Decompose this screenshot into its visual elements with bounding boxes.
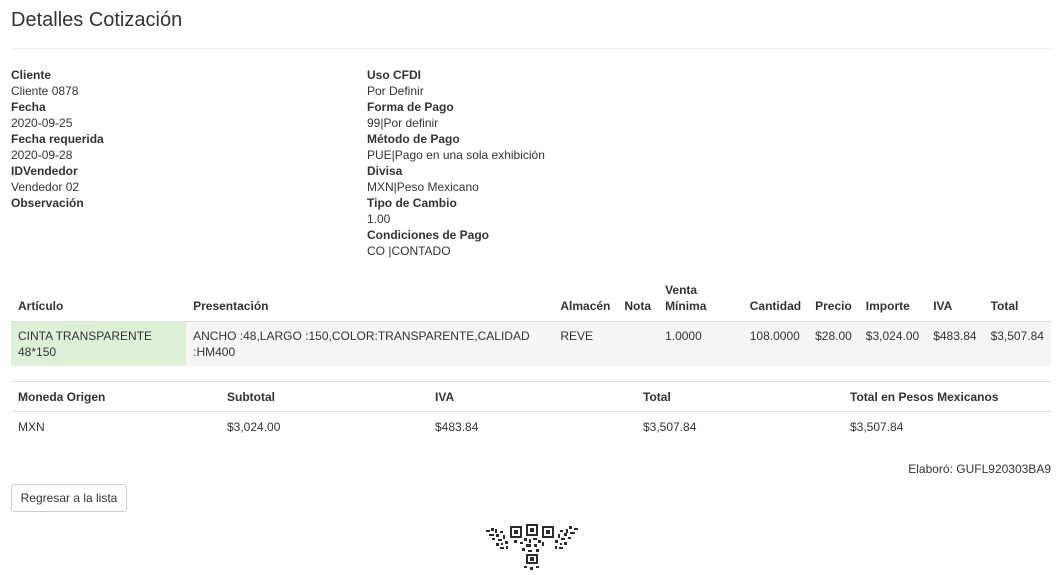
info-label-condiciones-pago: Condiciones de Pago	[367, 228, 490, 242]
info-column-left: Cliente Cliente 0878 Fecha 2020-09-25 Fe…	[11, 67, 104, 211]
totals-subtotal: $3,024.00	[227, 420, 281, 434]
title-divider	[11, 48, 1051, 49]
info-label-fecha: Fecha	[11, 100, 46, 114]
info-value-uso-cfdi: Por Definir	[367, 84, 424, 98]
col-header-importe: Importe	[858, 278, 927, 322]
articulo-line1: CINTA TRANSPARENTE	[18, 329, 153, 343]
back-to-list-button[interactable]: Regresar a la lista	[11, 484, 127, 512]
totals-iva: $483.84	[435, 420, 479, 434]
cell-venta-minima: 1.0000	[658, 321, 743, 366]
totals-header-iva: IVA	[428, 381, 636, 412]
col-header-precio: Precio	[808, 278, 859, 322]
cell-importe: $3,024.00	[858, 321, 927, 366]
page-title: Detalles Cotización	[11, 9, 183, 31]
info-label-forma-pago: Forma de Pago	[367, 100, 454, 114]
info-value-metodo-pago: PUE|Pago en una sola exhibición	[367, 148, 545, 162]
info-label-tipo-cambio: Tipo de Cambio	[367, 196, 457, 210]
totals-moneda-origen: MXN	[18, 420, 45, 434]
presentacion-line2: :HM400	[193, 345, 236, 359]
info-value-tipo-cambio: 1.00	[367, 212, 391, 226]
col-header-iva: IVA	[926, 278, 984, 322]
totals-total-pesos: $3,507.84	[850, 420, 904, 434]
totals-header-moneda-origen: Moneda Origen	[11, 381, 220, 412]
info-value-idvendedor: Vendedor 02	[11, 180, 80, 194]
items-header-row: Artículo Presentación Almacén Nota Venta…	[11, 278, 1051, 322]
info-value-forma-pago: 99|Por definir	[367, 116, 439, 130]
totals-header-total: Total	[636, 381, 843, 412]
col-header-presentacion: Presentación	[186, 278, 554, 322]
col-header-nota: Nota	[617, 278, 659, 322]
totals-header-subtotal: Subtotal	[220, 381, 428, 412]
col-header-venta-minima-line1: Venta	[665, 283, 698, 297]
col-header-almacen: Almacén	[553, 278, 618, 322]
totals-row: MXN $3,024.00 $483.84 $3,507.84 $3,507.8…	[11, 412, 1051, 443]
cell-cantidad: 108.0000	[742, 321, 809, 366]
info-label-cliente: Cliente	[11, 68, 52, 82]
presentacion-line1: ANCHO :48,LARGO :150,COLOR:TRANSPARENTE,…	[193, 329, 530, 343]
info-column-right: Uso CFDI Por Definir Forma de Pago 99|Po…	[367, 67, 545, 259]
col-header-articulo: Artículo	[11, 278, 187, 322]
info-value-fecha: 2020-09-25	[11, 116, 73, 130]
cell-total: $3,507.84	[983, 321, 1051, 366]
table-row: CINTA TRANSPARENTE 48*150 ANCHO :48,LARGO…	[11, 321, 1051, 366]
info-label-uso-cfdi: Uso CFDI	[367, 68, 421, 82]
qr-seal-icon	[486, 524, 578, 570]
totals-total: $3,507.84	[643, 420, 697, 434]
cell-iva: $483.84	[926, 321, 984, 366]
totals-header-total-pesos: Total en Pesos Mexicanos	[843, 381, 1051, 412]
cell-presentacion: ANCHO :48,LARGO :150,COLOR:TRANSPARENTE,…	[186, 321, 554, 366]
totals-header-row: Moneda Origen Subtotal IVA Total Total e…	[11, 381, 1051, 412]
cell-precio: $28.00	[808, 321, 859, 366]
info-value-divisa: MXN|Peso Mexicano	[367, 180, 479, 194]
totals-table: Moneda Origen Subtotal IVA Total Total e…	[11, 381, 1051, 442]
articulo-line2: 48*150	[18, 345, 57, 359]
col-header-venta-minima-line2: Mínima	[665, 299, 707, 313]
info-label-observacion: Observación	[11, 196, 84, 210]
cell-almacen: REVE	[553, 321, 618, 366]
info-label-metodo-pago: Método de Pago	[367, 132, 460, 146]
cell-nota	[617, 321, 659, 366]
col-header-cantidad: Cantidad	[742, 278, 809, 322]
info-label-idvendedor: IDVendedor	[11, 164, 78, 178]
info-value-condiciones-pago: CO |CONTADO	[367, 244, 451, 258]
items-table: Artículo Presentación Almacén Nota Venta…	[11, 278, 1051, 366]
col-header-venta-minima: Venta Mínima	[658, 278, 743, 322]
info-value-fecha-requerida: 2020-09-28	[11, 148, 73, 162]
info-label-fecha-requerida: Fecha requerida	[11, 132, 104, 146]
info-label-divisa: Divisa	[367, 164, 403, 178]
info-value-cliente: Cliente 0878	[11, 84, 79, 98]
elaboro-text: Elaboró: GUFL920303BA9	[908, 462, 1051, 476]
col-header-total: Total	[983, 278, 1051, 322]
cell-articulo: CINTA TRANSPARENTE 48*150	[11, 321, 187, 366]
